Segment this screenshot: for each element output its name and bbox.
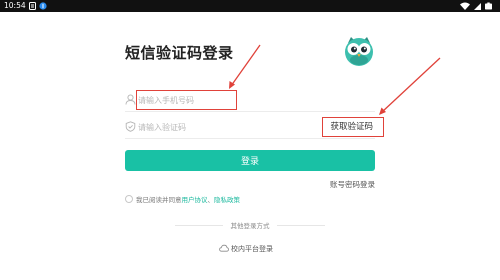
annotation-arrow-phone [229,44,261,89]
agreement: 我已阅读并同意用户协议、隐私政策 [125,195,240,205]
status-right-icons [460,2,492,10]
owl-logo-icon [345,37,373,66]
signal-icon [474,3,481,10]
privacy-policy-link[interactable]: 隐私政策 [214,196,240,204]
code-input[interactable] [138,118,318,136]
phone-input-row [125,89,375,112]
campus-login-label: 校内平台登录 [231,245,273,253]
status-time: 10:54 [4,1,26,10]
code-input-row: 获取验证码 [125,116,375,139]
annotation-arrow-code [379,57,441,115]
login-button[interactable]: 登录 [125,150,375,171]
notification-icon [29,2,36,10]
page-title: 短信验证码登录 [125,44,234,62]
user-icon [125,94,136,105]
campus-login-button[interactable]: 校内平台登录 [219,244,273,254]
cloud-icon [219,244,229,252]
agreement-checkbox[interactable] [125,195,133,203]
user-agreement-link[interactable]: 用户协议 [182,196,208,204]
divider-left [175,225,223,226]
password-login-link[interactable]: 账号密码登录 [330,179,375,190]
app-badge-icon [39,2,47,10]
status-bar: 10:54 [0,0,500,12]
shield-icon [125,121,136,132]
other-methods-label: 其他登录方式 [230,222,270,230]
agreement-text: 我已阅读并同意 [136,196,182,204]
battery-icon [485,2,492,10]
wifi-icon [460,2,470,10]
phone-input[interactable] [138,91,318,109]
divider-right [277,225,325,226]
annotation-arrows [229,44,441,115]
get-code-button[interactable]: 获取验证码 [328,119,375,135]
